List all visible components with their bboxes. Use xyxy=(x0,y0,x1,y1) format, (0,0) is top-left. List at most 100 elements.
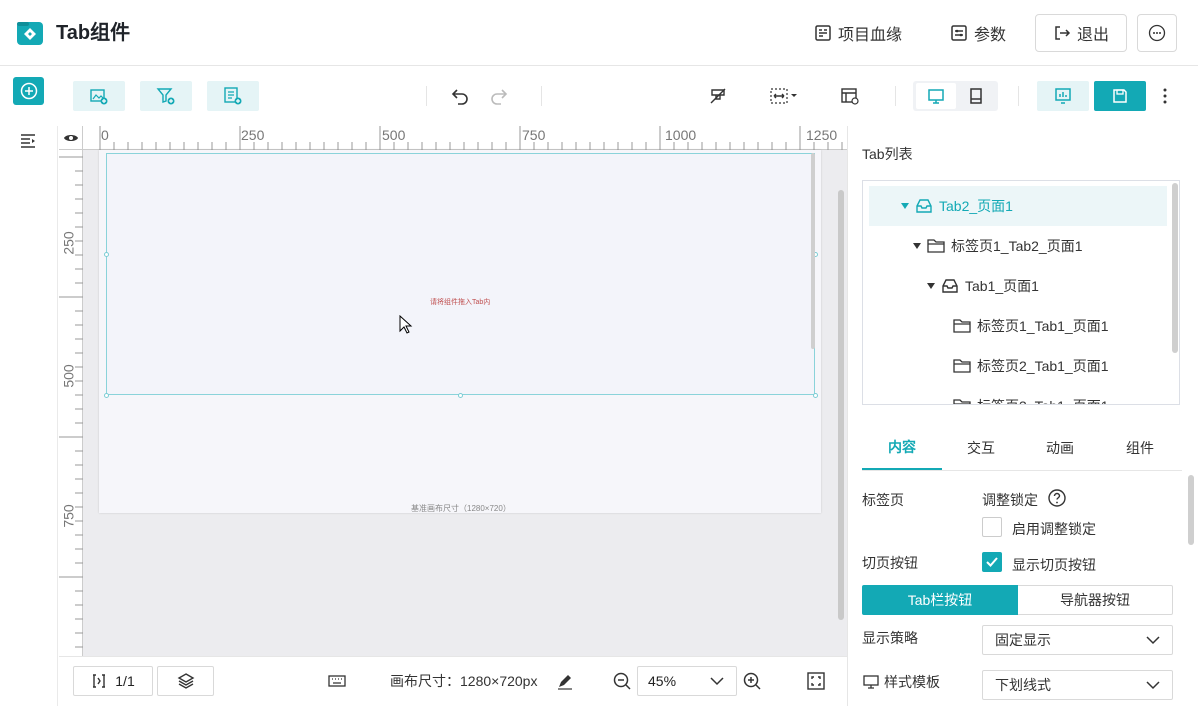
tree-item[interactable]: 标签页1_Tab1_页面1 xyxy=(869,306,1167,346)
eye-icon[interactable] xyxy=(59,126,83,150)
params-icon xyxy=(950,24,968,42)
layers-icon xyxy=(177,672,195,690)
fit-screen-icon[interactable] xyxy=(806,671,826,691)
switch-button-label: 切页按钮 xyxy=(862,555,918,571)
add-image-button[interactable] xyxy=(73,81,125,111)
zoom-in-icon[interactable] xyxy=(742,671,762,691)
add-table-button[interactable] xyxy=(207,81,259,111)
inbox-tab-icon xyxy=(941,278,959,294)
zoom-value: 45% xyxy=(648,673,677,689)
panel-scrollbar[interactable] xyxy=(1188,475,1194,545)
caret-down-icon xyxy=(901,203,909,209)
filter-add-icon xyxy=(156,86,176,106)
resize-handle[interactable] xyxy=(104,252,109,257)
canvas-size-label: 画布尺寸：1280×720px xyxy=(390,673,538,689)
exit-icon xyxy=(1053,24,1071,42)
tab-divider xyxy=(862,470,1182,471)
params-button[interactable]: 参数 xyxy=(950,14,1006,52)
zoom-select[interactable]: 45% xyxy=(637,666,737,696)
ruler-tick-label: 750 xyxy=(522,127,546,143)
show-switch-checkbox[interactable] xyxy=(982,552,1002,572)
tree-item-label: 标签页1_Tab2_页面1 xyxy=(951,238,1083,254)
add-filter-button[interactable] xyxy=(140,81,192,111)
drop-hint-text: 请将组件拖入Tab内 xyxy=(430,299,491,306)
navigator-button-segment[interactable]: 导航器按钮 xyxy=(1018,585,1173,615)
caret-down-icon xyxy=(927,283,935,289)
canvas-scrollbar[interactable] xyxy=(838,190,844,620)
zoom-out-icon[interactable] xyxy=(612,671,632,691)
resize-handle[interactable] xyxy=(458,393,463,398)
tablet-icon xyxy=(967,87,985,105)
monitor-icon xyxy=(862,674,880,690)
align-distribute-icon[interactable] xyxy=(768,84,800,108)
tree-scrollbar[interactable] xyxy=(1172,183,1178,353)
left-rail xyxy=(0,126,58,706)
tree-item-label: 标签页2_Tab1_页面1 xyxy=(977,358,1109,374)
project-lineage-button[interactable]: 项目血缘 xyxy=(814,14,902,52)
enable-lock-checkbox[interactable] xyxy=(982,517,1002,537)
toolbar-divider xyxy=(1018,86,1019,106)
desktop-view-button[interactable] xyxy=(916,83,956,109)
project-lineage-label: 项目血缘 xyxy=(838,27,903,44)
ruler-tick-label: 250 xyxy=(60,231,77,255)
save-button[interactable] xyxy=(1094,81,1146,111)
more-options-button[interactable] xyxy=(1137,14,1177,52)
tree-item-label: 标签页3_Tab1_页面1 xyxy=(977,396,1109,404)
monitor-icon xyxy=(927,87,945,105)
exit-button[interactable]: 退出 xyxy=(1035,14,1127,52)
tab-inner-scrollbar[interactable] xyxy=(811,153,815,349)
display-strategy-select[interactable]: 固定显示 xyxy=(982,625,1173,655)
tree-item[interactable]: Tab2_页面1 xyxy=(869,186,1167,226)
style-template-label: 样式模板 xyxy=(884,674,940,690)
chevron-down-icon xyxy=(1146,635,1160,645)
kebab-menu-icon[interactable] xyxy=(1157,84,1173,108)
help-icon[interactable] xyxy=(1047,488,1067,508)
app-header xyxy=(0,0,1198,66)
folder-icon xyxy=(953,398,971,404)
outline-toggle-icon[interactable] xyxy=(18,131,40,151)
preview-button[interactable] xyxy=(1037,81,1089,111)
style-template-select[interactable]: 下划线式 xyxy=(982,670,1173,700)
save-icon xyxy=(1111,87,1129,105)
layers-button[interactable] xyxy=(157,666,214,696)
page-title: Tab组件 xyxy=(56,22,131,44)
keyboard-icon[interactable] xyxy=(328,672,346,690)
tabbar-button-segment[interactable]: Tab栏按钮 xyxy=(862,585,1018,615)
tree-item-label: Tab2_页面1 xyxy=(939,198,1013,214)
page-counter-button[interactable]: 1/1 xyxy=(73,666,153,696)
page-bracket-icon xyxy=(91,673,107,689)
redo-icon[interactable] xyxy=(487,84,511,108)
tab-component[interactable]: 组件 xyxy=(1100,426,1180,470)
mobile-view-button[interactable] xyxy=(957,83,995,109)
tree-item[interactable]: Tab1_页面1 xyxy=(869,266,1167,306)
canvas-size-hint: 基准画布尺寸（1280×720） xyxy=(411,504,511,513)
caret-down-icon xyxy=(913,243,921,249)
edit-pen-icon[interactable] xyxy=(556,672,574,690)
tab-interaction[interactable]: 交互 xyxy=(941,426,1021,470)
chevron-down-icon xyxy=(710,676,724,686)
resize-handle[interactable] xyxy=(813,393,818,398)
tab-animation[interactable]: 动画 xyxy=(1020,426,1100,470)
tree-item[interactable]: 标签页3_Tab1_页面1 xyxy=(869,386,1167,404)
exit-label: 退出 xyxy=(1076,27,1109,44)
add-component-button[interactable] xyxy=(13,77,44,105)
tab-component-selected[interactable] xyxy=(106,153,815,395)
chevron-down-icon xyxy=(1146,680,1160,690)
tree-item[interactable]: 标签页1_Tab2_页面1 xyxy=(869,226,1167,266)
enable-lock-label: 启用调整锁定 xyxy=(1012,521,1096,537)
tab-list-title: Tab列表 xyxy=(862,146,913,162)
adjust-lock-label: 调整锁定 xyxy=(982,492,1038,508)
lineage-icon xyxy=(814,24,832,42)
ruler-tick-label: 500 xyxy=(382,127,406,143)
folder-icon xyxy=(953,358,971,374)
undo-icon[interactable] xyxy=(448,84,472,108)
tree-item[interactable]: 标签页2_Tab1_页面1 xyxy=(869,346,1167,386)
inbox-tab-icon xyxy=(915,198,933,214)
ruler-tick-label: 1250 xyxy=(806,127,838,143)
tab-content[interactable]: 内容 xyxy=(862,426,942,470)
resize-handle[interactable] xyxy=(104,393,109,398)
show-switch-label: 显示切页按钮 xyxy=(1012,557,1096,573)
clear-format-icon[interactable] xyxy=(706,84,730,108)
page-settings-icon[interactable] xyxy=(838,84,862,108)
ruler-vertical xyxy=(59,150,83,656)
